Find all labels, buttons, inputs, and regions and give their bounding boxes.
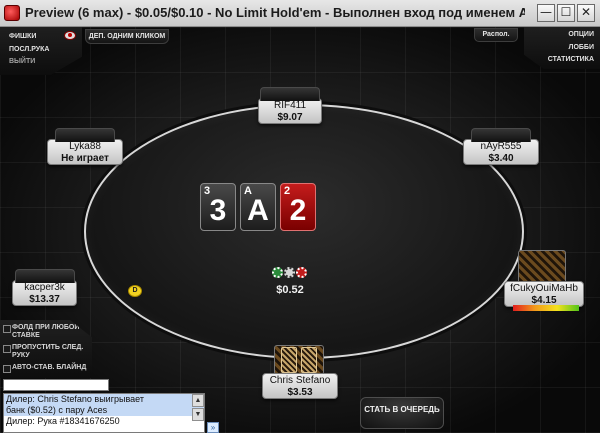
chat-scroll-down-button[interactable]: ▼ (192, 408, 204, 421)
player-stack: $3.53 (287, 387, 313, 398)
last-hand-link[interactable]: ПОСЛ.РУКА (9, 46, 49, 53)
seat-top[interactable]: RIF411 $9.07 (258, 87, 322, 124)
seat-right[interactable]: fCukyOuiMaHb $4.15 (504, 281, 584, 307)
chat-line: банк ($0.52) с пару Aces (4, 405, 204, 416)
chips-link[interactable]: ФИШКИ (9, 33, 36, 40)
player-name: Chris Stefano (269, 375, 331, 386)
board-card: A A (240, 183, 276, 231)
pot-chips-icon (272, 265, 308, 281)
chat-line: Дилер: Рука #18341676250 (6, 416, 120, 426)
chat-line: Дилер: Chris Stefano выигрывает (4, 394, 204, 405)
chip-icon (272, 267, 283, 278)
window-title: Preview (6 max) - $0.05/$0.10 - No Limit… (25, 5, 525, 20)
chat-log[interactable]: Дилер: Chris Stefano выигрывает банк ($0… (3, 393, 205, 433)
top-right-menu: ОПЦИИ ЛОББИ СТАТИСТИКА (524, 27, 600, 69)
dealer-button: D (128, 285, 142, 297)
player-stack: Не играет (61, 153, 109, 164)
seat-card-tray (14, 269, 75, 283)
player-stack: $4.15 (531, 295, 557, 306)
sit-out-next-hand-checkbox[interactable]: ПРОПУСТИТЬ СЛЕД. РУКУ (3, 344, 88, 360)
chat-scroll-up-button[interactable]: ▲ (192, 394, 204, 407)
seat-card-tray (260, 87, 320, 101)
chat-send-button[interactable]: » (207, 422, 219, 433)
card-rank: 3 (209, 194, 227, 227)
chat-input[interactable] (3, 379, 109, 391)
window-title-bar[interactable]: Preview (6 max) - $0.05/$0.10 - No Limit… (0, 0, 600, 27)
chip-icon (296, 267, 307, 278)
seat-top-right[interactable]: nAyR555 $3.40 (463, 128, 539, 165)
maximize-button[interactable]: ☐ (557, 4, 575, 22)
auto-post-blinds-checkbox[interactable]: АВТО-СТАВ. БЛАЙНД (3, 364, 88, 373)
seat-card-tray (55, 128, 115, 142)
seat-left[interactable]: kacper3k $13.37 (12, 269, 77, 306)
seat-card-tray (471, 128, 531, 142)
auto-actions-panel: ФОЛД ПРИ ЛЮБОЙ СТАВКЕ ПРОПУСТИТЬ СЛЕД. Р… (0, 320, 92, 378)
close-button[interactable]: ✕ (577, 4, 595, 22)
chip-icon (284, 267, 295, 278)
layout-button[interactable]: Распол. (474, 28, 518, 42)
options-link[interactable]: ОПЦИИ (568, 31, 594, 38)
pot-amount: $0.52 (276, 284, 304, 296)
fold-any-checkbox[interactable]: ФОЛД ПРИ ЛЮБОЙ СТАВКЕ (3, 324, 88, 340)
board-card: 3 3 (200, 183, 236, 231)
card-rank: 2 (289, 194, 307, 227)
player-stack: $3.40 (488, 153, 514, 164)
hole-card (301, 347, 317, 373)
player-stack: $13.37 (29, 294, 60, 305)
player-stack: $9.07 (277, 112, 303, 123)
stats-link[interactable]: СТАТИСТИКА (548, 56, 594, 63)
lobby-link[interactable]: ЛОББИ (569, 44, 594, 51)
exit-link[interactable]: ВЫЙТИ (9, 58, 35, 65)
board-card: 2 2 (280, 183, 316, 231)
eye-icon[interactable] (64, 31, 76, 40)
poker-table (84, 104, 524, 359)
one-click-deposit-button[interactable]: ДЕП. ОДНИМ КЛИКОМ (85, 29, 169, 44)
player-name: fCukyOuiMaHb (510, 283, 578, 294)
hole-card (281, 347, 297, 373)
seat-hero[interactable]: Chris Stefano $3.53 (262, 373, 338, 399)
seat-top-left[interactable]: Lyka88 Не играет (47, 128, 123, 165)
minimize-button[interactable]: — (537, 4, 555, 22)
app-icon (4, 5, 20, 21)
hero-hole-cards (274, 345, 324, 375)
action-timer-bar (513, 305, 579, 311)
card-rank: A (247, 194, 269, 227)
join-waitlist-button[interactable]: СТАТЬ В ОЧЕРЕДЬ (360, 397, 444, 429)
